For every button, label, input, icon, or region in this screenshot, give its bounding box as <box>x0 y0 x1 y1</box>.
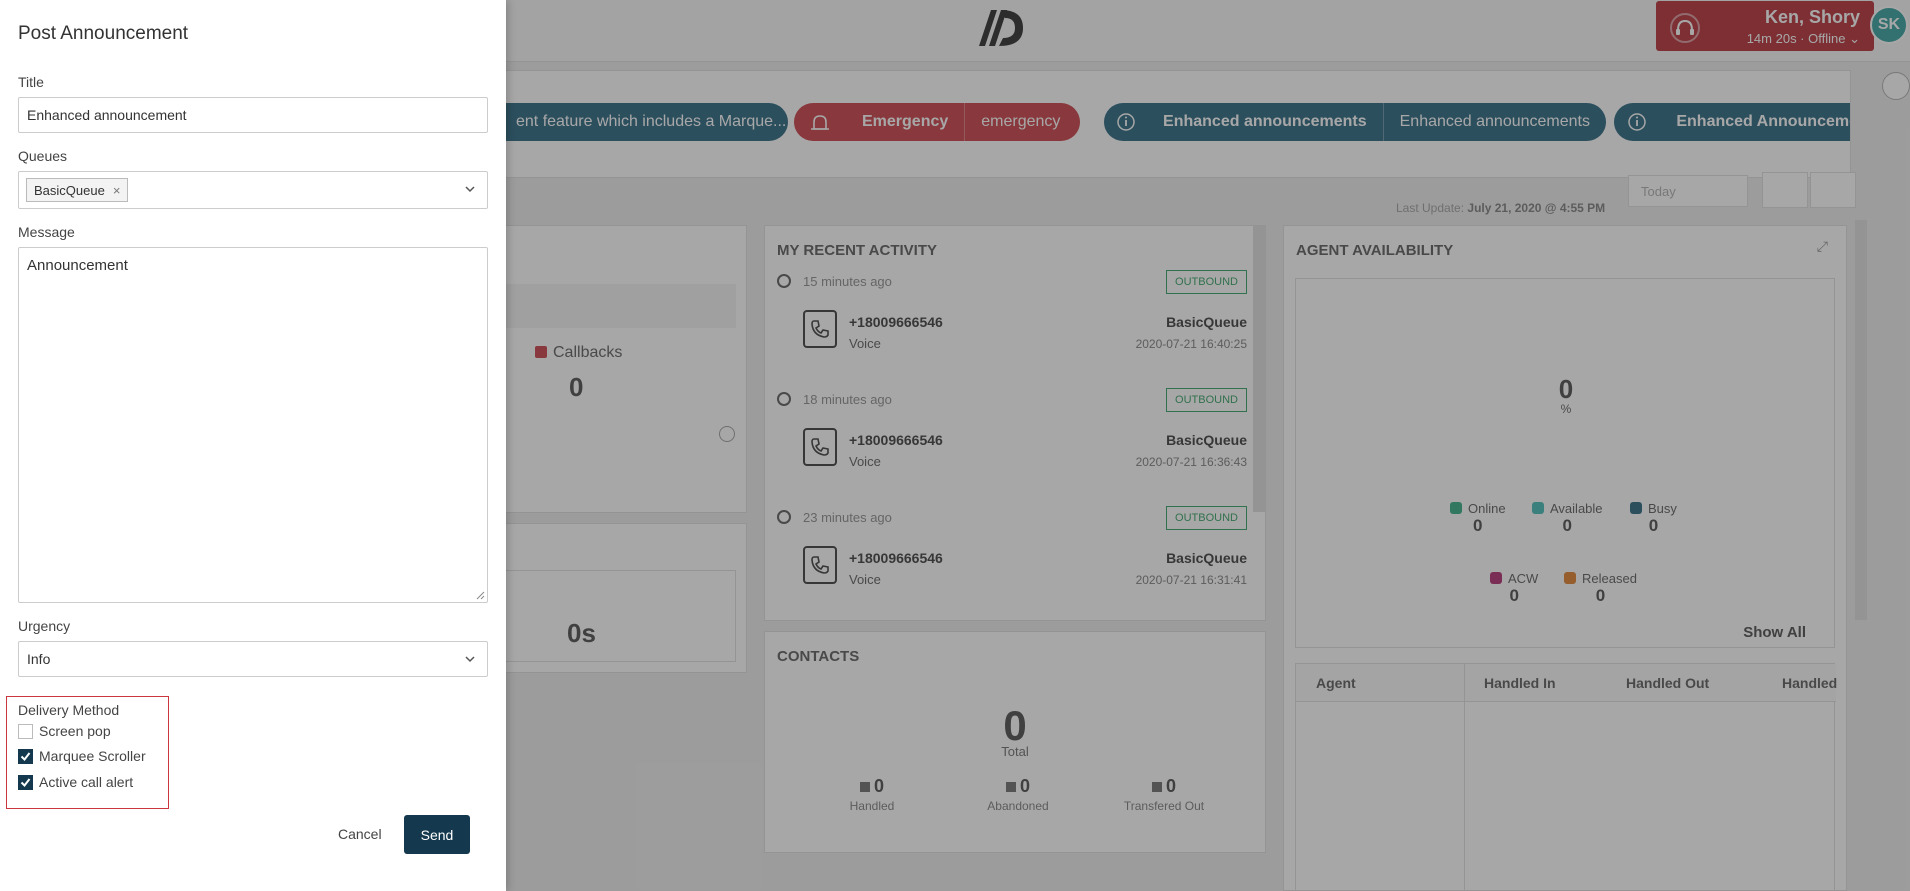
send-button[interactable]: Send <box>404 815 470 854</box>
checkbox-screen-pop[interactable]: Screen pop <box>18 723 111 739</box>
urgency-label: Urgency <box>18 618 71 634</box>
queues-select[interactable]: BasicQueue × <box>18 171 488 209</box>
checkbox-active-call-alert[interactable]: Active call alert <box>18 774 133 790</box>
delivery-method-label: Delivery Method <box>18 702 120 718</box>
message-textarea[interactable]: Announcement <box>18 247 488 603</box>
chevron-down-icon <box>465 656 475 663</box>
checkbox[interactable] <box>18 774 33 790</box>
message-label: Message <box>18 224 75 240</box>
cancel-button[interactable]: Cancel <box>338 826 382 842</box>
urgency-select[interactable]: Info <box>18 641 488 677</box>
title-label: Title <box>18 74 44 90</box>
close-icon[interactable]: × <box>113 183 121 198</box>
panel-title: Post Announcement <box>18 23 189 44</box>
checkbox[interactable] <box>18 723 33 739</box>
chevron-down-icon <box>465 186 475 193</box>
checkbox-marquee-scroller[interactable]: Marquee Scroller <box>18 748 146 764</box>
title-input[interactable]: Enhanced announcement <box>18 97 488 133</box>
checkbox[interactable] <box>18 748 33 764</box>
delivery-method-group: Delivery Method Screen pop Marquee Scrol… <box>6 696 169 809</box>
resize-handle-icon[interactable] <box>475 590 485 600</box>
queues-label: Queues <box>18 148 68 164</box>
post-announcement-panel: Post Announcement Title Enhanced announc… <box>0 0 506 891</box>
queue-chip[interactable]: BasicQueue × <box>26 178 129 202</box>
